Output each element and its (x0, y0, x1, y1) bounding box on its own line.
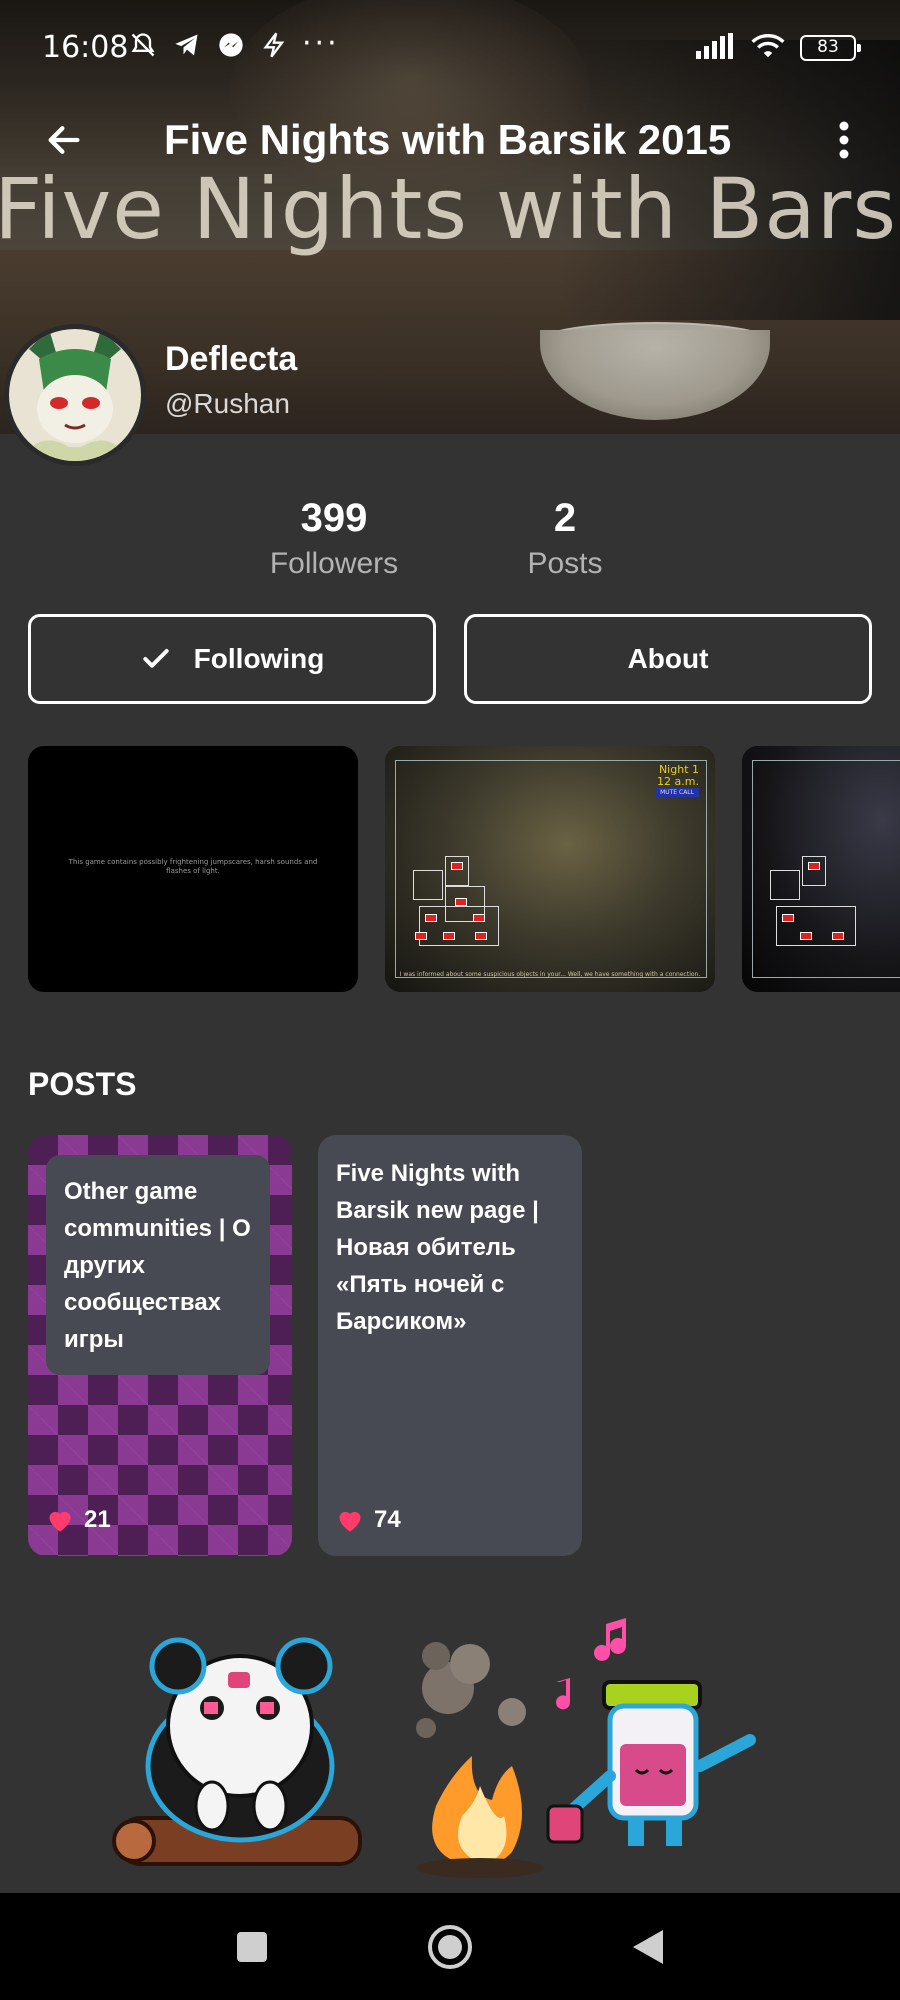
post-card[interactable]: Other game communities | О других сообще… (28, 1135, 292, 1556)
post-title: Other game communities | О других сообще… (64, 1178, 251, 1353)
map-camera-button (475, 932, 487, 940)
building-map (770, 856, 860, 948)
following-label: Following (193, 643, 325, 674)
status-right: 83 (696, 32, 861, 64)
warning-text: This game contains possibly frightening … (68, 858, 318, 875)
map-camera-button (800, 932, 812, 940)
camera-caption: I was informed about some suspicious obj… (399, 971, 701, 978)
about-button[interactable]: About (464, 614, 872, 704)
lightning-icon (260, 30, 290, 60)
map-room (770, 870, 800, 900)
heart-icon (49, 1511, 71, 1532)
following-button[interactable]: Following (28, 614, 436, 704)
triangle-back-icon (633, 1930, 663, 1964)
campfire-illustration (112, 1618, 756, 1878)
notification-icons (128, 30, 290, 60)
map-room (776, 906, 856, 946)
post-card[interactable]: Five Nights with Barsik new page | Новая… (318, 1135, 582, 1556)
overflow-menu-button[interactable] (816, 112, 872, 168)
back-button[interactable] (36, 112, 92, 168)
banner-title-text: Five Nights with Barsik (0, 160, 900, 258)
post-title: Five Nights with Barsik new page | Новая… (336, 1160, 539, 1335)
home-button[interactable] (424, 1921, 476, 1973)
bell-off-icon (128, 30, 158, 60)
map-room (445, 856, 469, 886)
arrow-left-icon (48, 126, 80, 154)
map-camera-button (443, 932, 455, 940)
mute-call-label: MUTE CALL (655, 788, 699, 797)
posts-count: 2 (553, 496, 577, 540)
post-likes[interactable]: 21 (46, 1506, 111, 1534)
wifi-icon (750, 32, 786, 64)
more-notifications: ··· (302, 26, 340, 61)
map-camera-button (782, 914, 794, 922)
map-camera-button (451, 862, 463, 870)
avatar[interactable] (4, 324, 146, 466)
status-bar: 16:08 ··· 83 (0, 0, 900, 100)
map-camera-button (455, 898, 467, 906)
more-vertical-icon (839, 121, 849, 159)
screenshot-camera-2[interactable] (742, 746, 900, 992)
posts-heading: POSTS (28, 1066, 137, 1102)
status-time: 16:08 (42, 30, 129, 65)
profile-name: Deflecta (165, 340, 298, 378)
camera-time-label: 12 a.m. (657, 775, 699, 788)
map-room (419, 906, 499, 946)
system-back-button[interactable] (622, 1921, 674, 1973)
profile-handle: @Rushan (165, 388, 290, 419)
map-camera-button (415, 932, 427, 940)
telegram-icon (172, 30, 202, 60)
post-likes-count: 74 (374, 1506, 401, 1533)
signal-icon (696, 33, 736, 63)
followers-stat[interactable]: 399 Followers (254, 496, 414, 581)
recents-button[interactable] (226, 1921, 278, 1973)
screenshot-camera[interactable]: Night 1 12 a.m. MUTE CALL I was informed… (385, 746, 715, 992)
checkmark-icon (143, 649, 169, 668)
followers-count: 399 (300, 496, 368, 540)
posts-label: Posts (527, 547, 603, 580)
map-camera-button (473, 914, 485, 922)
screenshot-warning[interactable]: This game contains possibly frightening … (28, 746, 358, 992)
camera-night: Night 1 12 a.m. (657, 764, 699, 788)
about-label: About (627, 643, 709, 674)
battery-indicator: 83 (800, 35, 861, 61)
heart-icon (339, 1511, 361, 1532)
square-icon (237, 1932, 267, 1962)
map-camera-button (832, 932, 844, 940)
posts-stat[interactable]: 2 Posts (500, 496, 630, 581)
messenger-icon (216, 30, 246, 60)
post-likes-count: 21 (84, 1506, 111, 1533)
map-room (413, 870, 443, 900)
building-map (413, 856, 503, 948)
map-camera-button (808, 862, 820, 870)
circle-icon (428, 1925, 472, 1969)
system-navigation-bar (0, 1893, 900, 2000)
page-title: Five Nights with Barsik 2015 (164, 116, 732, 163)
map-room (802, 856, 826, 886)
post-likes[interactable]: 74 (336, 1506, 401, 1534)
avatar-image (9, 329, 141, 461)
map-camera-button (425, 914, 437, 922)
followers-label: Followers (269, 547, 399, 580)
